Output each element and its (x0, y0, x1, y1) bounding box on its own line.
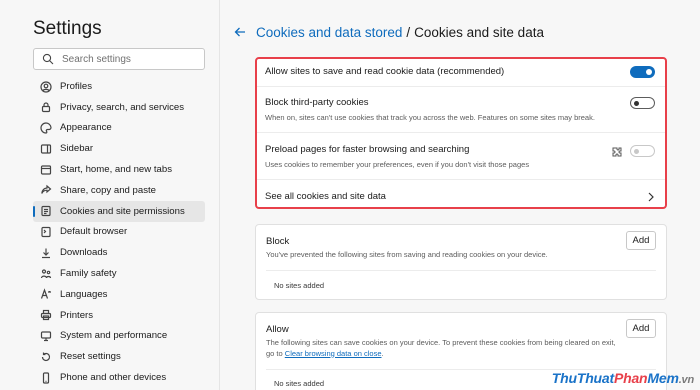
sidebar-item-downloads[interactable]: Downloads (33, 242, 205, 263)
sidebar-item-appearance[interactable]: Appearance (33, 118, 205, 139)
allow-add-button[interactable]: Add (626, 319, 656, 338)
sidebar-item-label: Profiles (60, 80, 92, 92)
divider (257, 86, 665, 87)
sidebar-item-languages[interactable]: Languages (33, 284, 205, 305)
sidebar-item-label: Start, home, and new tabs (60, 164, 172, 176)
sidebar-item-label: Default browser (60, 226, 128, 238)
chevron-right-icon (648, 192, 654, 202)
search-box[interactable] (33, 48, 205, 70)
preload-title: Preload pages for faster browsing and se… (265, 144, 470, 155)
block-third-party-toggle[interactable] (630, 97, 655, 109)
sidebar-item-label: System and performance (60, 330, 168, 342)
sidebar-item-label: Share, copy and paste (60, 184, 157, 196)
divider (257, 179, 665, 180)
allow-cookies-title: Allow sites to save and read cookie data… (265, 66, 505, 77)
see-all-cookies-row[interactable]: See all cookies and site data (265, 191, 657, 202)
breadcrumb-parent-link[interactable]: Cookies and data stored (256, 25, 402, 40)
sidebar-item-default-browser[interactable]: Default browser (33, 222, 205, 243)
family-icon (40, 269, 52, 278)
lock-icon (41, 102, 51, 113)
sidebar-item-printers[interactable]: Printers (33, 305, 205, 326)
page-title: Cookies and site data (414, 24, 544, 40)
breadcrumb-separator: / (406, 24, 411, 40)
cookie-permissions-icon (41, 206, 51, 217)
sidebar-item-system[interactable]: System and performance (33, 326, 205, 347)
preload-row: Preload pages for faster browsing and se… (265, 144, 657, 169)
managed-policy-icon[interactable] (611, 146, 623, 158)
sidebar-nav: Profiles Privacy, search, and services A… (33, 76, 205, 388)
cookie-settings-card: Allow sites to save and read cookie data… (255, 57, 667, 209)
allow-title: Allow (266, 324, 289, 335)
back-arrow-icon[interactable] (233, 25, 247, 39)
sidebar-item-label: Reset settings (60, 351, 121, 363)
share-icon (41, 185, 52, 195)
block-third-party-row: Block third-party cookies When on, sites… (265, 97, 657, 122)
sidebar-item-start-home[interactable]: Start, home, and new tabs (33, 159, 205, 180)
see-all-cookies-title: See all cookies and site data (265, 191, 386, 202)
sidebar-item-label: Sidebar (60, 143, 94, 155)
breadcrumb: Cookies and data stored / Cookies and si… (233, 23, 544, 41)
sidebar-item-privacy[interactable]: Privacy, search, and services (33, 97, 205, 118)
allow-desc: The following sites can save cookies on … (266, 338, 621, 359)
sidebar-item-sidebar[interactable]: Sidebar (33, 138, 205, 159)
settings-sidebar: Settings Profiles Privacy, search, and s… (0, 0, 220, 390)
allow-desc-suffix: . (381, 348, 384, 358)
sidebar-item-reset[interactable]: Reset settings (33, 346, 205, 367)
block-third-party-title: Block third-party cookies (265, 97, 369, 108)
reset-icon (41, 352, 51, 361)
allow-cookies-toggle[interactable] (630, 66, 655, 78)
sidebar-item-profiles[interactable]: Profiles (33, 76, 205, 97)
clear-browsing-data-link[interactable]: Clear browsing data on close (285, 349, 382, 358)
preload-desc: Uses cookies to remember your preference… (265, 160, 530, 169)
sidebar-item-share[interactable]: Share, copy and paste (33, 180, 205, 201)
block-section: Block You've prevented the following sit… (255, 224, 667, 300)
allow-cookies-row: Allow sites to save and read cookie data… (265, 66, 657, 78)
divider (266, 270, 656, 271)
palette-icon (40, 122, 52, 134)
sidebar-item-label: Printers (60, 309, 94, 321)
download-icon (42, 248, 50, 258)
block-desc: You've prevented the following sites fro… (266, 250, 548, 259)
sidebar-item-cookies[interactable]: Cookies and site permissions (33, 200, 205, 222)
preload-toggle[interactable] (630, 145, 655, 157)
sidebar-item-label: Family safety (60, 268, 117, 280)
sidebar-icon (40, 144, 52, 154)
allow-empty-text: No sites added (274, 379, 325, 388)
sidebar-item-label: Appearance (60, 122, 112, 134)
settings-title: Settings (33, 18, 102, 39)
sidebar-item-label: Languages (60, 288, 108, 300)
sidebar-item-label: Cookies and site permissions (60, 205, 185, 217)
main-content: Cookies and data stored / Cookies and si… (221, 0, 700, 390)
sidebar-item-phone[interactable]: Phone and other devices (33, 367, 205, 388)
printer-icon (40, 310, 52, 321)
divider (257, 132, 665, 133)
browser-icon (41, 226, 51, 238)
search-input[interactable] (62, 51, 202, 67)
profile-icon (40, 80, 52, 93)
site-watermark: ThuThuatPhanMem.vn (551, 370, 694, 386)
block-add-button[interactable]: Add (626, 231, 656, 250)
sidebar-item-label: Downloads (60, 247, 108, 259)
power-icon (40, 165, 52, 175)
language-icon (40, 288, 51, 300)
sidebar-item-family[interactable]: Family safety (33, 263, 205, 284)
block-empty-text: No sites added (274, 281, 325, 290)
system-icon (40, 331, 52, 342)
block-title: Block (266, 236, 290, 247)
sidebar-item-label: Privacy, search, and services (60, 101, 185, 113)
phone-icon (42, 372, 50, 384)
search-icon (42, 53, 54, 65)
block-third-party-desc: When on, sites can't use cookies that tr… (265, 113, 595, 122)
sidebar-item-label: Phone and other devices (60, 372, 167, 384)
